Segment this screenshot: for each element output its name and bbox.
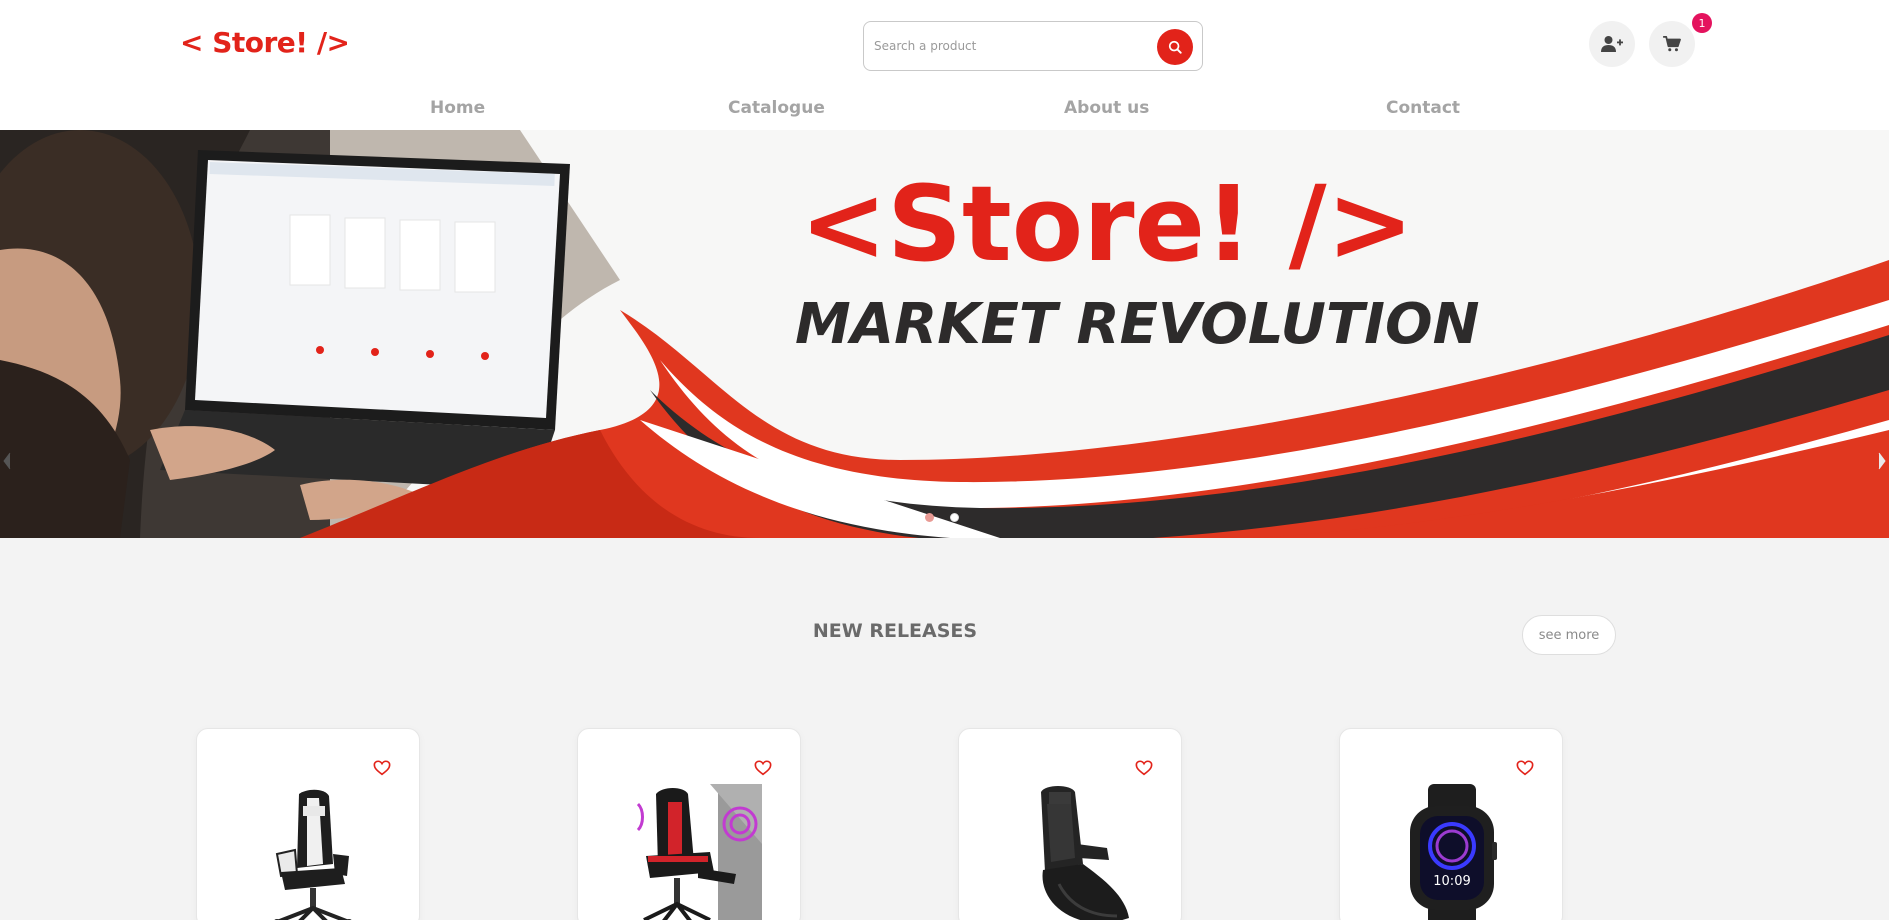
heart-icon[interactable] (1516, 759, 1534, 777)
nav-catalogue[interactable]: Catalogue (728, 98, 825, 118)
search-input[interactable] (874, 34, 1144, 58)
nav-home[interactable]: Home (430, 98, 485, 118)
banner-tagline: MARKET REVOLUTION (795, 292, 1479, 357)
product-card[interactable] (958, 728, 1182, 920)
cart-button[interactable] (1649, 21, 1695, 67)
gaming-chair-red-icon (636, 784, 762, 920)
cart-icon (1663, 36, 1681, 52)
carousel-dot-2[interactable] (950, 513, 959, 522)
see-more-button[interactable]: see more (1522, 615, 1616, 655)
product-card[interactable] (196, 728, 420, 920)
heart-icon[interactable] (373, 759, 391, 777)
hero-carousel: <Store! /> MARKET REVOLUTION (0, 130, 1889, 538)
search-button[interactable] (1157, 29, 1193, 65)
search-icon (1168, 40, 1182, 54)
section-title: NEW RELEASES (812, 620, 978, 642)
store-logo[interactable]: < Store! /> (180, 26, 350, 59)
nav-contact[interactable]: Contact (1386, 98, 1460, 118)
carousel-dot-1[interactable] (925, 513, 934, 522)
smartwatch-icon: 10:09 (1410, 784, 1497, 920)
heart-icon[interactable] (1135, 759, 1153, 777)
site-header: < Store! /> 1 Home Catalogue About us Co… (0, 0, 1889, 130)
product-card[interactable]: 10:09 (1339, 728, 1563, 920)
rocker-chair-icon (1041, 786, 1129, 920)
add-user-button[interactable] (1589, 21, 1635, 67)
heart-icon[interactable] (754, 759, 772, 777)
carousel-indicators (0, 513, 1889, 523)
banner-logo-text: <Store! /> (800, 163, 1414, 285)
carousel-prev-arrow[interactable] (2, 452, 12, 470)
search-bar (863, 21, 1203, 71)
hero-banner-image: <Store! /> MARKET REVOLUTION (0, 130, 1889, 538)
add-user-icon (1601, 36, 1623, 52)
product-card[interactable] (577, 728, 801, 920)
watch-time-text: 10:09 (1433, 874, 1470, 889)
gaming-chair-white-icon (274, 789, 352, 920)
nav-about-us[interactable]: About us (1064, 98, 1149, 118)
cart-count-badge: 1 (1692, 13, 1712, 33)
carousel-next-arrow[interactable] (1877, 452, 1887, 470)
